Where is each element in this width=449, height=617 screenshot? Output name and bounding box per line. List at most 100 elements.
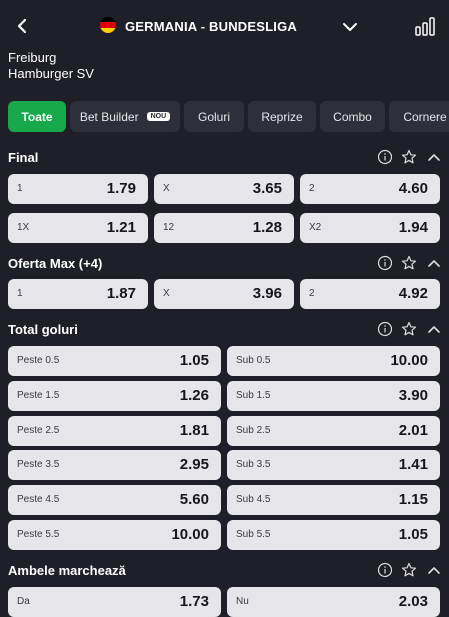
chevron-up-icon[interactable] <box>427 255 441 271</box>
tab-label: Cornere <box>403 109 447 124</box>
chevron-up-icon[interactable] <box>427 149 441 165</box>
section-title-ambele-marcheaza: Ambele marchează <box>8 563 126 578</box>
odd-button[interactable]: Peste 3.5 2.95 <box>8 450 221 480</box>
info-icon[interactable] <box>377 562 393 578</box>
star-icon[interactable] <box>401 562 417 578</box>
odd-value: 2.95 <box>179 456 209 473</box>
odd-value: 1.81 <box>179 422 209 439</box>
odd-value: 10.00 <box>390 352 428 369</box>
chevron-up-icon[interactable] <box>427 562 441 578</box>
odd-label: Sub 4.5 <box>236 494 271 505</box>
odd-value: 1.41 <box>398 456 428 473</box>
odd-value: 5.60 <box>179 491 209 508</box>
tab-toate[interactable]: Toate <box>8 101 66 132</box>
odd-button[interactable]: Sub 1.5 3.90 <box>227 381 440 411</box>
section-actions <box>377 321 441 337</box>
odd-button[interactable]: Sub 4.5 1.15 <box>227 485 440 515</box>
odd-label: X2 <box>309 222 322 233</box>
odd-button[interactable]: Sub 2.5 2.01 <box>227 416 440 446</box>
odd-button[interactable]: Da 1.73 <box>8 587 221 617</box>
odd-label: 2 <box>309 288 315 299</box>
star-icon[interactable] <box>401 149 417 165</box>
odd-value: 1.73 <box>179 593 209 610</box>
tab-cornere[interactable]: Cornere <box>389 101 449 132</box>
tab-label: Goluri <box>197 109 230 124</box>
odd-value: 1.26 <box>179 387 209 404</box>
section-title-total-goluri: Total goluri <box>8 322 78 337</box>
odd-value: 2.03 <box>398 593 428 610</box>
odd-value: 1.87 <box>106 285 136 302</box>
odd-button[interactable]: 2 4.60 <box>300 174 440 204</box>
odd-value: 3.96 <box>252 285 282 302</box>
info-icon[interactable] <box>377 255 393 271</box>
odd-button[interactable]: Nu 2.03 <box>227 587 440 617</box>
odd-button[interactable]: 2 4.92 <box>300 279 440 309</box>
section-title-oferta-max: Oferta Max (+4) <box>8 256 103 271</box>
odd-value: 4.60 <box>398 180 428 197</box>
odd-label: X <box>163 183 170 194</box>
top-bar: GERMANIA - BUNDESLIGA <box>0 0 449 52</box>
odd-value: 1.94 <box>398 219 428 236</box>
new-badge: NOU <box>146 112 171 121</box>
odd-label: Peste 0.5 <box>17 355 60 366</box>
back-arrow-icon[interactable] <box>12 14 32 38</box>
tab-label: Reprize <box>261 109 303 124</box>
odd-button[interactable]: Sub 0.5 10.00 <box>227 346 440 376</box>
odd-button[interactable]: X 3.65 <box>154 174 294 204</box>
star-icon[interactable] <box>401 255 417 271</box>
info-icon[interactable] <box>377 149 393 165</box>
chevron-down-icon[interactable] <box>341 18 359 36</box>
odd-label: Peste 2.5 <box>17 425 60 436</box>
match-teams: Freiburg Hamburger SV <box>8 50 94 82</box>
odd-label: Peste 1.5 <box>17 390 60 401</box>
odd-button[interactable]: X 3.96 <box>154 279 294 309</box>
section-actions <box>377 255 441 271</box>
odd-value: 3.65 <box>252 180 282 197</box>
odd-label: Nu <box>236 596 249 607</box>
home-team: Freiburg <box>8 50 57 65</box>
odd-value: 3.90 <box>398 387 428 404</box>
odd-value: 4.92 <box>398 285 428 302</box>
odd-value: 1.79 <box>106 180 136 197</box>
tab-label: Toate <box>21 109 53 124</box>
odd-button[interactable]: 1X 1.21 <box>8 213 148 243</box>
odd-label: Sub 0.5 <box>236 355 271 366</box>
section-actions <box>377 562 441 578</box>
odd-button[interactable]: Sub 5.5 1.05 <box>227 520 440 550</box>
odd-button[interactable]: Peste 1.5 1.26 <box>8 381 221 411</box>
league-title[interactable]: GERMANIA - BUNDESLIGA <box>125 19 297 34</box>
odd-button[interactable]: X2 1.94 <box>300 213 440 243</box>
tab-bet-builder[interactable]: Bet Builder NOU <box>70 101 180 132</box>
info-icon[interactable] <box>377 321 393 337</box>
odd-label: Sub 1.5 <box>236 390 271 401</box>
odd-button[interactable]: Peste 0.5 1.05 <box>8 346 221 376</box>
tab-label: Bet Builder <box>79 109 139 124</box>
odd-button[interactable]: 1 1.79 <box>8 174 148 204</box>
odd-value: 10.00 <box>171 526 209 543</box>
section-title-final: Final <box>8 150 39 165</box>
stats-icon[interactable] <box>414 15 436 37</box>
odd-label: Peste 4.5 <box>17 494 60 505</box>
odd-button[interactable]: Sub 3.5 1.41 <box>227 450 440 480</box>
germany-flag-icon <box>100 17 116 33</box>
section-actions <box>377 149 441 165</box>
odd-button[interactable]: Peste 2.5 1.81 <box>8 416 221 446</box>
tab-reprize[interactable]: Reprize <box>248 101 316 132</box>
odd-label: Da <box>17 596 30 607</box>
star-icon[interactable] <box>401 321 417 337</box>
odd-label: 2 <box>309 183 315 194</box>
odd-button[interactable]: 1 1.87 <box>8 279 148 309</box>
chevron-up-icon[interactable] <box>427 321 441 337</box>
odd-label: X <box>163 288 170 299</box>
odd-value: 1.05 <box>179 352 209 369</box>
odd-button[interactable]: Peste 5.5 10.00 <box>8 520 221 550</box>
odd-label: 1 <box>17 183 23 194</box>
odd-label: Peste 5.5 <box>17 529 60 540</box>
tab-label: Combo <box>333 109 372 124</box>
odd-label: Sub 3.5 <box>236 459 271 470</box>
tab-goluri[interactable]: Goluri <box>184 101 244 132</box>
odd-button[interactable]: 12 1.28 <box>154 213 294 243</box>
odd-value: 1.05 <box>398 526 428 543</box>
odd-button[interactable]: Peste 4.5 5.60 <box>8 485 221 515</box>
tab-combo[interactable]: Combo <box>320 101 385 132</box>
